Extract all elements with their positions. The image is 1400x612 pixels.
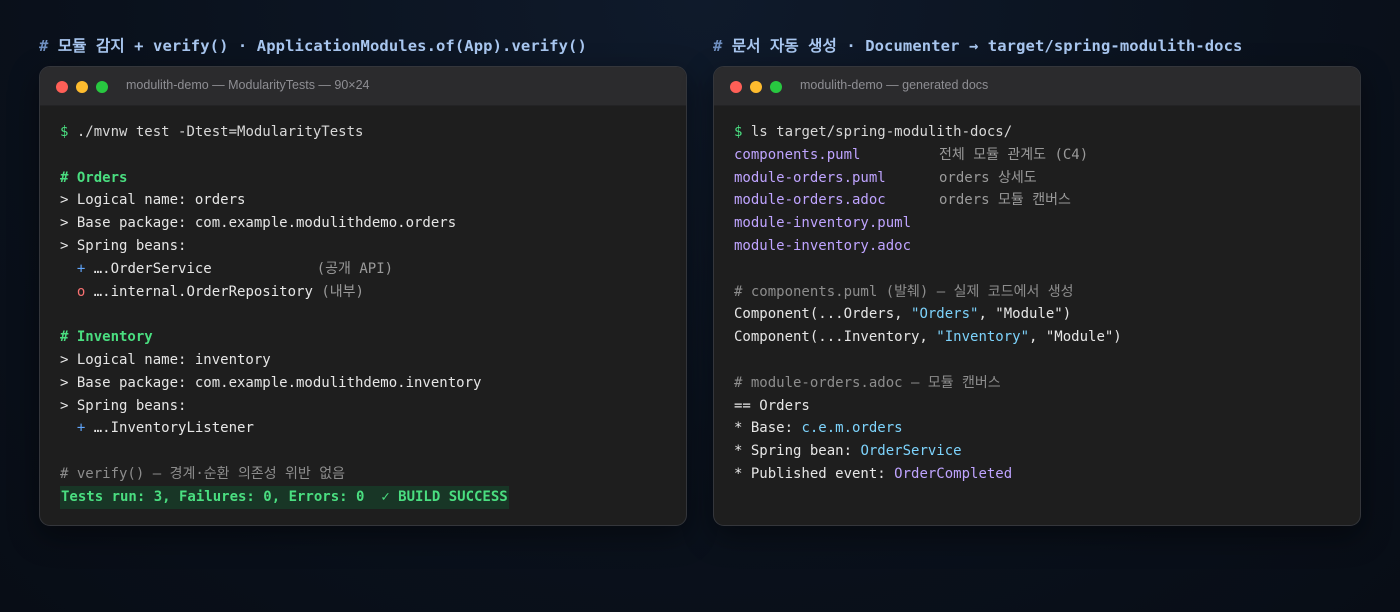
inventory-spring-beans: > Spring beans: (60, 397, 187, 414)
terminal-output[interactable]: $ ./mvnw test -Dtest=ModularityTests # O… (60, 121, 676, 509)
inventory-section: # Inventory (60, 329, 153, 346)
command-line: $ ./mvnw test -Dtest=ModularityTests (60, 124, 364, 140)
orders-bean-order-service: + ….OrderService (공개 API) (76, 260, 394, 277)
inventory-bean-listener: + ….InventoryListener (76, 420, 254, 437)
orders-section: # Orders (60, 169, 128, 186)
window-title: modulith-demo — ModularityTests — 90×24 (126, 78, 370, 92)
orders-spring-beans: > Spring beans: (60, 237, 187, 254)
component-inventory: Component(...Inventory, "Inventory", "Mo… (734, 329, 1122, 346)
window-titlebar[interactable]: modulith-demo — generated docs (714, 67, 1360, 106)
inventory-base-package: > Base package: com.example.modulithdemo… (60, 374, 482, 391)
terminal-window-modularity-tests[interactable]: modulith-demo — ModularityTests — 90×24 … (39, 66, 687, 526)
adoc-title: == Orders (734, 397, 810, 414)
build-result: Tests run: 3, Failures: 0, Errors: 0 ✓ B… (60, 485, 676, 509)
command-line: $ ls target/spring-modulith-docs/ (734, 124, 1013, 140)
puml-comment: # components.puml (발췌) — 실제 코드에서 생성 (734, 283, 1074, 300)
orders-logical-name: > Logical name: orders (60, 192, 246, 209)
orders-bean-order-repository: o ….internal.OrderRepository (내부) (76, 283, 364, 300)
adoc-comment: # module-orders.adoc — 모듈 캔버스 (734, 374, 1001, 391)
file-row: module-inventory.adoc (734, 237, 912, 254)
file-row: components.puml 전체 모듈 관계도 (C4) (734, 146, 1089, 163)
left-heading: # 모듈 감지 + verify() · ApplicationModules.… (39, 37, 587, 55)
window-title: modulith-demo — generated docs (800, 78, 989, 92)
minimize-button[interactable] (76, 81, 88, 93)
inventory-logical-name: > Logical name: inventory (60, 351, 271, 368)
close-button[interactable] (56, 81, 68, 93)
adoc-spring-bean: * Spring bean: OrderService (734, 443, 962, 460)
terminal-window-generated-docs[interactable]: modulith-demo — generated docs $ ls targ… (713, 66, 1361, 526)
prompt-symbol: $ (734, 124, 743, 140)
orders-base-package: > Base package: com.example.modulithdemo… (60, 215, 457, 232)
prompt-symbol: $ (60, 124, 69, 140)
window-titlebar[interactable]: modulith-demo — ModularityTests — 90×24 (40, 67, 686, 106)
right-heading: # 문서 자동 생성 · Documenter → target/spring-… (713, 37, 1243, 55)
verify-comment: # verify() — 경계·순환 의존성 위반 없음 (60, 465, 345, 482)
zoom-button[interactable] (96, 81, 108, 93)
file-row: module-inventory.puml (734, 215, 912, 232)
minimize-button[interactable] (750, 81, 762, 93)
zoom-button[interactable] (770, 81, 782, 93)
close-button[interactable] (730, 81, 742, 93)
terminal-output[interactable]: $ ls target/spring-modulith-docs/ compon… (734, 121, 1350, 486)
adoc-base: * Base: c.e.m.orders (734, 420, 903, 437)
adoc-published-event: * Published event: OrderCompleted (734, 465, 1013, 482)
file-row: module-orders.adoc orders 모듈 캔버스 (734, 192, 1071, 209)
component-orders: Component(...Orders, "Orders", "Module") (734, 306, 1072, 323)
file-row: module-orders.puml orders 상세도 (734, 169, 1037, 186)
